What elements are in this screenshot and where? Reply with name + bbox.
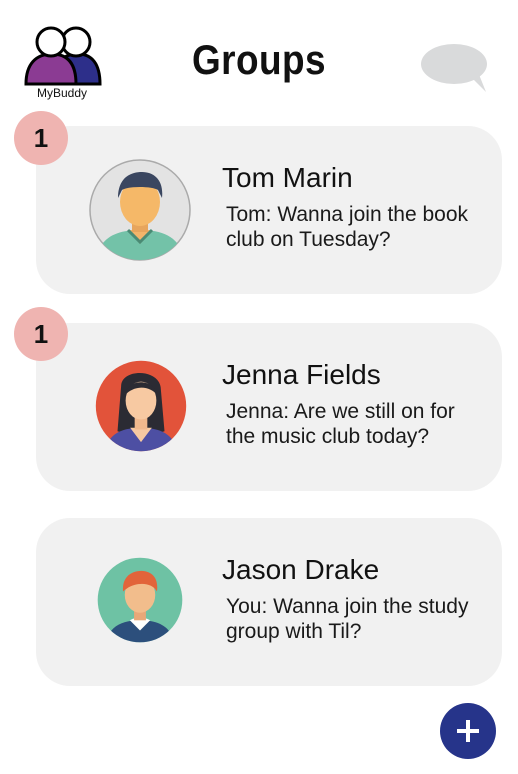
message-preview: Jenna: Are we still on for the music clu…: [226, 400, 455, 448]
message-preview: You: Wanna join the study group with Til…: [226, 595, 469, 643]
avatar: [94, 359, 188, 453]
page-title: Groups: [191, 36, 327, 83]
avatar: [96, 556, 184, 644]
group-name: Jason Drake: [222, 554, 380, 585]
plus-icon: [457, 720, 479, 742]
unread-badge: 1: [14, 111, 68, 165]
group-card[interactable]: Jason Drake You: Wanna join the study gr…: [36, 518, 502, 686]
chat-button[interactable]: [420, 42, 492, 94]
add-group-button[interactable]: [440, 703, 496, 759]
male-avatar-icon: [97, 557, 183, 643]
logo-label: MyBuddy: [36, 86, 88, 100]
group-card[interactable]: Tom Marin Tom: Wanna join the book club …: [36, 126, 502, 294]
group-name: Jenna Fields: [222, 359, 381, 390]
chat-bubble-icon: [421, 44, 487, 92]
message-preview: Tom: Wanna join the book club on Tuesday…: [226, 203, 469, 251]
group-card[interactable]: Jenna Fields Jenna: Are we still on for …: [36, 323, 502, 491]
group-name: Tom Marin: [222, 162, 353, 193]
avatar: [88, 158, 192, 262]
male-avatar-icon: [89, 159, 191, 261]
female-avatar-icon: [95, 360, 187, 452]
unread-badge: 1: [14, 307, 68, 361]
